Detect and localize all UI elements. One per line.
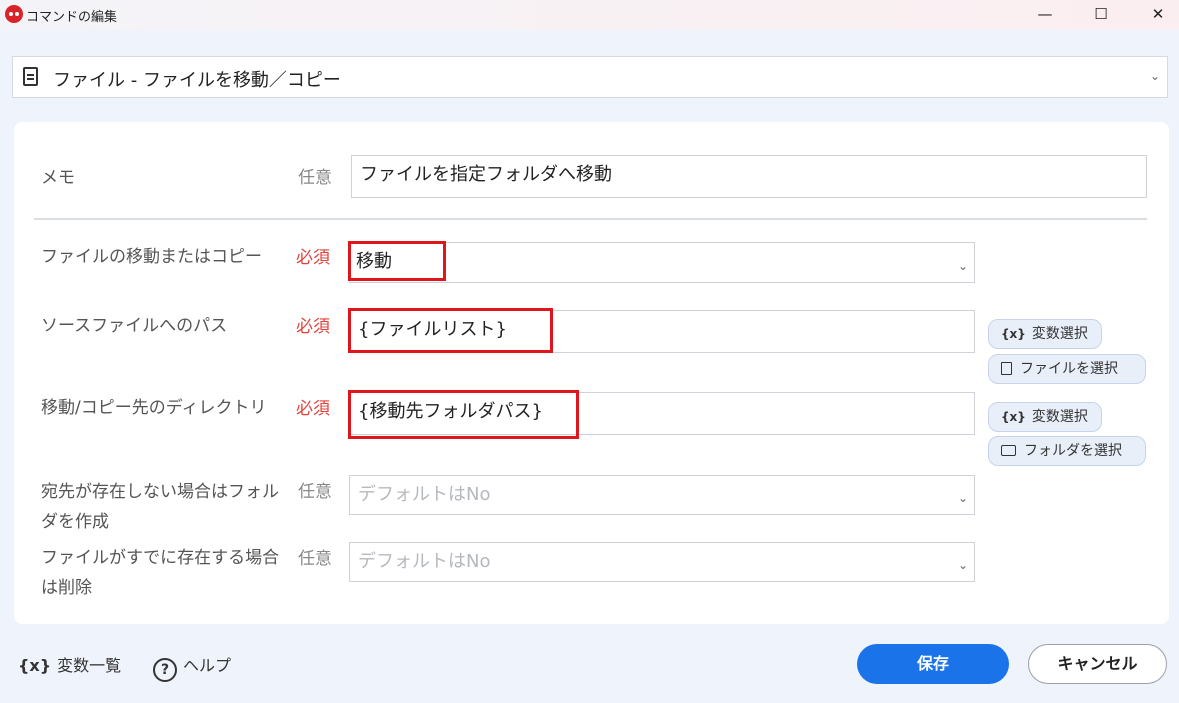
highlight-box — [348, 241, 446, 281]
destination-variable-button[interactable]: {x} 変数選択 — [988, 402, 1102, 432]
command-select-value: ファイル - ファイルを移動／コピー — [53, 70, 341, 91]
overwrite-optional-badge: 任意 — [298, 549, 332, 569]
variable-icon: {x} — [1001, 327, 1026, 341]
chevron-down-icon: ⌄ — [958, 259, 969, 273]
folder-icon — [1001, 445, 1016, 456]
file-icon — [1001, 362, 1012, 375]
help-link[interactable]: ? ヘルプ — [153, 652, 231, 682]
destination-label: 移動/コピー先のディレクトリ — [41, 398, 267, 418]
cancel-button[interactable]: キャンセル — [1028, 644, 1167, 684]
source-path-label: ソースファイルへのパス — [41, 316, 228, 336]
window-title: コマンドの編集 — [26, 10, 118, 25]
highlight-box — [348, 390, 579, 439]
variable-icon: {x} — [18, 656, 52, 675]
operation-label: ファイルの移動またはコピー — [41, 247, 262, 267]
app-logo-icon — [5, 5, 23, 23]
highlight-box — [348, 308, 553, 353]
create-folder-label: 宛先が存在しない場合はフォルダを作成 — [41, 482, 279, 532]
destination-variable-button-label: 変数選択 — [1031, 409, 1088, 425]
memo-required-badge: 任意 — [298, 168, 332, 188]
source-required-badge: 必須 — [296, 317, 330, 337]
help-label: ヘルプ — [183, 656, 232, 675]
chevron-down-icon: ⌄ — [1150, 69, 1161, 83]
command-select[interactable]: ファイル - ファイルを移動／コピー ⌄ — [12, 56, 1168, 98]
select-folder-button-label: フォルダを選択 — [1024, 443, 1122, 459]
close-button[interactable]: ✕ — [1143, 4, 1173, 24]
source-variable-button[interactable]: {x} 変数選択 — [988, 319, 1102, 349]
operation-required-badge: 必須 — [296, 248, 330, 268]
overwrite-label: ファイルがすでに存在する場合は削除 — [41, 548, 280, 598]
select-file-button-label: ファイルを選択 — [1020, 361, 1118, 377]
help-icon: ? — [153, 658, 177, 682]
variable-list-link[interactable]: {x} 変数一覧 — [18, 652, 121, 676]
overwrite-placeholder: デフォルトはNo — [358, 551, 491, 572]
divider — [34, 218, 1147, 220]
source-variable-button-label: 変数選択 — [1031, 326, 1088, 342]
title-bar: コマンドの編集 — ☐ ✕ — [0, 0, 1179, 30]
select-folder-button[interactable]: フォルダを選択 — [988, 436, 1146, 466]
chevron-down-icon: ⌄ — [958, 558, 969, 572]
chevron-down-icon: ⌄ — [958, 491, 969, 505]
create-folder-select[interactable]: デフォルトはNo ⌄ — [349, 475, 975, 515]
save-button[interactable]: 保存 — [857, 644, 1009, 684]
create-folder-optional-badge: 任意 — [298, 482, 332, 502]
destination-required-badge: 必須 — [296, 399, 330, 419]
maximize-button[interactable]: ☐ — [1086, 4, 1116, 24]
memo-input[interactable]: ファイルを指定フォルダへ移動 — [351, 155, 1147, 198]
overwrite-select[interactable]: デフォルトはNo ⌄ — [349, 542, 975, 582]
minimize-button[interactable]: — — [1030, 4, 1060, 24]
variable-list-label: 変数一覧 — [57, 656, 122, 675]
memo-label: メモ — [41, 168, 75, 188]
select-file-button[interactable]: ファイルを選択 — [988, 354, 1146, 384]
form-panel: メモ 任意 ファイルを指定フォルダへ移動 ファイルの移動またはコピー 必須 移動… — [14, 122, 1169, 624]
variable-icon: {x} — [1001, 410, 1026, 424]
create-folder-placeholder: デフォルトはNo — [358, 484, 491, 505]
document-icon — [23, 67, 38, 86]
